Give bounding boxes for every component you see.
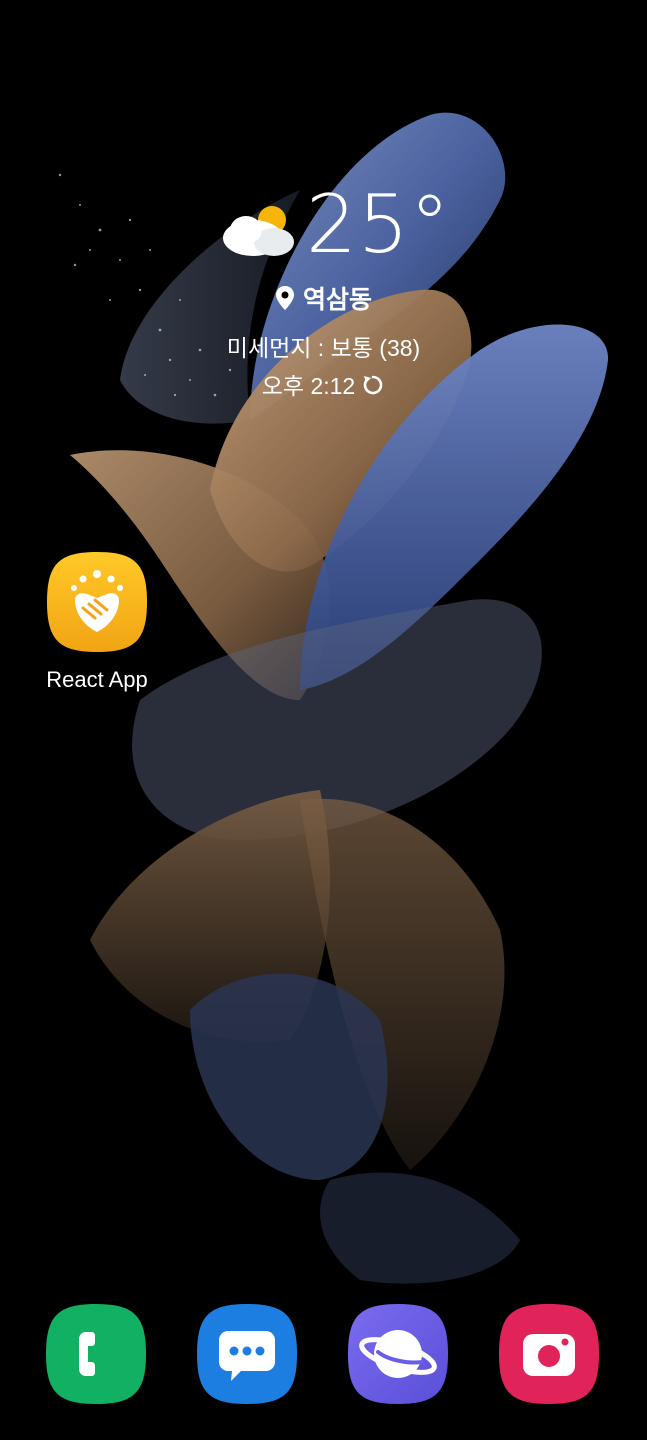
location-label: 역삼동 [302,286,372,314]
planet-icon [348,1304,448,1404]
home-screen: 25° 역삼동 미세먼지 : 보통 (38) 오후 2:12 React App [0,0,647,1440]
internet-app-button[interactable] [348,1304,448,1404]
fine-dust-status: 미세먼지 : 보통 (38) [226,335,421,361]
message-icon [197,1304,297,1404]
messages-app-button[interactable] [197,1304,297,1404]
camera-icon [499,1304,599,1404]
app-react-app[interactable]: React App [30,552,164,702]
temperature: 25° [306,178,451,271]
location-pin-icon [275,285,295,311]
update-time: 오후 2:12 [0,370,647,402]
handshake-icon [47,552,147,652]
update-time-label: 오후 2:12 [261,373,356,399]
app-label: React App [46,667,148,692]
weather-widget[interactable]: 25° 역삼동 미세먼지 : 보통 (38) 오후 2:12 [0,180,647,410]
partly-cloudy-icon [218,198,298,258]
phone-icon [46,1304,146,1404]
refresh-icon[interactable] [361,373,385,397]
phone-app-button[interactable] [46,1304,146,1404]
camera-app-button[interactable] [499,1304,599,1404]
location: 역삼동 [0,284,647,316]
